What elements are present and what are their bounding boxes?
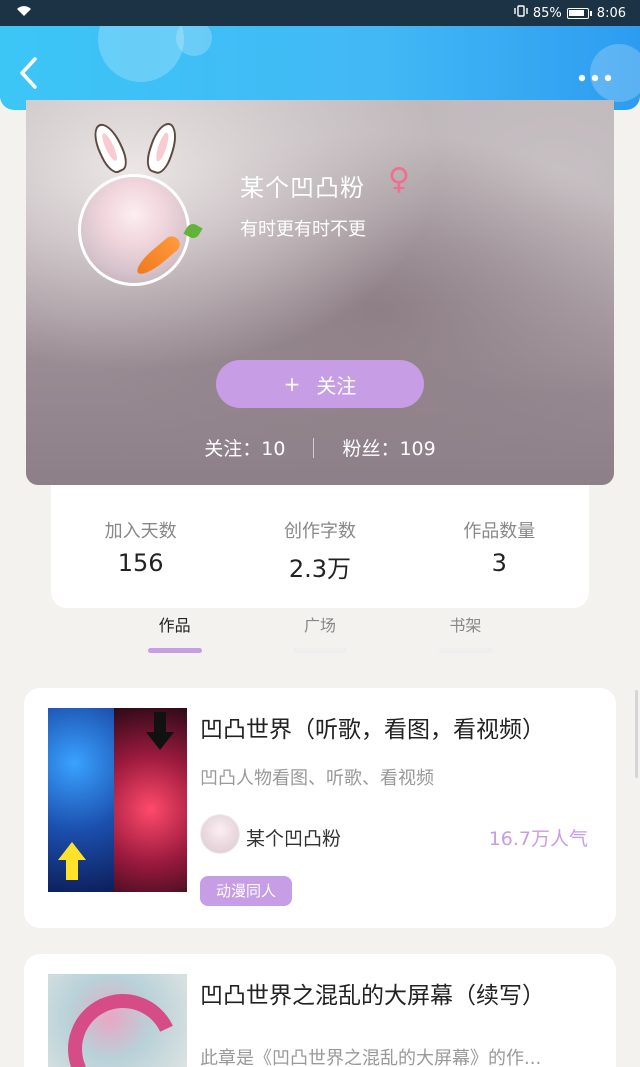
divider: [313, 437, 315, 458]
work-description: 凹凸人物看图、听歌、看视频: [200, 768, 434, 789]
work-card[interactable]: 凹凸世界之混乱的大屏幕（续写） 此章是《凹凸世界之混乱的大屏幕》的作...: [24, 954, 616, 1067]
tab-bar: 作品 广场 书架: [102, 612, 538, 658]
status-right: 85% 8:06: [514, 5, 626, 21]
follow-stats: 关注：10 粉丝：109: [26, 434, 614, 461]
author-avatar[interactable]: [200, 814, 240, 854]
header-bar: [0, 26, 640, 110]
follow-button[interactable]: + 关注: [216, 360, 424, 408]
back-button[interactable]: [18, 56, 48, 90]
stat-label: 作品数量: [463, 521, 536, 542]
vibrate-icon: [514, 5, 528, 21]
author-name[interactable]: 某个凹凸粉: [246, 824, 341, 851]
tab-bookshelf[interactable]: 书架: [393, 612, 538, 658]
scrollbar[interactable]: [635, 690, 638, 778]
chevron-left-icon: [20, 57, 37, 89]
more-options-button[interactable]: [578, 64, 612, 84]
fans-count[interactable]: 粉丝：109: [342, 434, 435, 461]
avatar[interactable]: [78, 174, 190, 286]
stat-value: 2.3万: [288, 555, 352, 583]
battery-percent: 85%: [532, 5, 562, 21]
stat-works-count: 作品数量 3: [424, 517, 574, 608]
stat-value: 156: [117, 549, 164, 577]
bunny-ear-left-icon: [88, 119, 132, 177]
genre-tag[interactable]: 动漫同人: [200, 876, 293, 906]
more-dots-icon: [578, 74, 612, 82]
stat-word-count: 创作字数 2.3万: [245, 517, 395, 608]
tab-label: 书架: [449, 616, 482, 635]
following-count[interactable]: 关注：10: [204, 434, 285, 461]
battery-icon: [566, 7, 589, 19]
work-cover[interactable]: [48, 708, 187, 892]
cover-art: [48, 708, 114, 892]
female-gender-icon: ♀: [388, 162, 410, 197]
tab-indicator: [438, 648, 493, 653]
work-card[interactable]: 凹凸世界（听歌，看图，看视频） 凹凸人物看图、听歌、看视频 某个凹凸粉 16.7…: [24, 688, 616, 928]
tab-indicator: [293, 648, 348, 653]
popularity-count: 16.7万人气: [488, 828, 588, 850]
stat-label: 加入天数: [104, 521, 177, 542]
profile-card: 某个凹凸粉 ♀ 有时更有时不更 + 关注 关注：10 粉丝：109: [26, 100, 614, 485]
stat-value: 3: [491, 549, 507, 577]
decor-bubble: [176, 26, 212, 56]
bunny-ear-right-icon: [142, 119, 182, 177]
avatar-frame: [76, 118, 206, 286]
arrow-up-stem: [66, 858, 78, 880]
work-cover[interactable]: [48, 974, 187, 1067]
tab-label: 广场: [303, 616, 336, 635]
user-name: 某个凹凸粉: [240, 174, 365, 202]
wifi-icon: [16, 5, 32, 21]
tab-indicator: [148, 648, 202, 653]
tab-square[interactable]: 广场: [247, 612, 392, 658]
work-title[interactable]: 凹凸世界（听歌，看图，看视频）: [200, 710, 545, 744]
arrow-down-stem: [154, 712, 166, 734]
battery-tip: [589, 10, 592, 16]
work-title[interactable]: 凹凸世界之混乱的大屏幕（续写）: [200, 976, 545, 1010]
decor-bubble: [98, 26, 184, 82]
work-description: 此章是《凹凸世界之混乱的大屏幕》的作...: [200, 1048, 542, 1067]
tab-works[interactable]: 作品: [102, 612, 247, 658]
stat-label: 创作字数: [283, 521, 356, 542]
user-bio: 有时更有时不更: [240, 219, 366, 240]
follow-button-label: 关注: [316, 373, 357, 398]
arrow-down-icon: [146, 732, 174, 750]
plus-icon: +: [283, 372, 301, 396]
clock: 8:06: [596, 5, 626, 21]
status-bar: 85% 8:06: [0, 0, 640, 26]
tab-label: 作品: [158, 616, 191, 635]
stat-join-days: 加入天数 156: [66, 517, 216, 608]
stats-card: 加入天数 156 创作字数 2.3万 作品数量 3: [51, 485, 589, 608]
